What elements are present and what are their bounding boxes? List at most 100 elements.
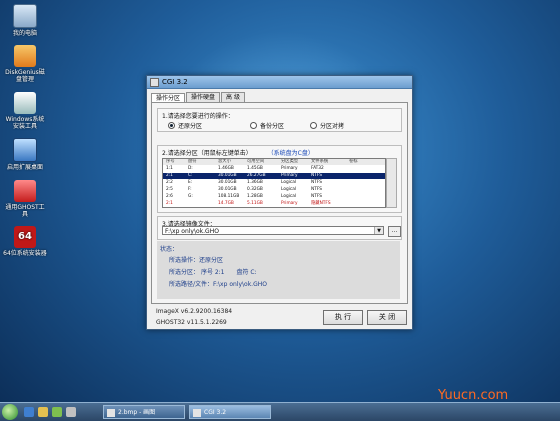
partition-cell-type: Primary bbox=[281, 173, 298, 178]
operation-group: 1.请选择您要进行的操作： 还原分区 备份分区 分区对拷 bbox=[157, 108, 402, 132]
watermark: Yuucn.com bbox=[438, 388, 508, 403]
col-total[interactable]: 总大小 bbox=[218, 159, 231, 165]
chevron-down-icon[interactable]: ▼ bbox=[374, 227, 383, 234]
partition-cell-no: 1:1 bbox=[166, 166, 173, 171]
col-no[interactable]: 序号 bbox=[166, 159, 175, 165]
partition-cell-drive: D: bbox=[188, 166, 193, 171]
partition-cell-free: 0.32GB bbox=[247, 187, 263, 192]
partition-list-header: 序号 盘符 总大小 可用空间 分区类型 文件系统 卷标 bbox=[163, 159, 385, 165]
radio-restore-label: 还原分区 bbox=[178, 123, 203, 130]
browse-button[interactable]: ... bbox=[388, 226, 401, 237]
quicklaunch-folder-icon[interactable] bbox=[38, 407, 48, 417]
task-cgi[interactable]: CGI 3.2 bbox=[189, 405, 271, 419]
desktop-icon-diskgenius[interactable]: DiskGenius磁盘管理 bbox=[3, 45, 47, 83]
partition-cell-type: Logical bbox=[281, 187, 297, 192]
diskgenius-icon bbox=[14, 45, 36, 67]
partition-cell-no: 2:6 bbox=[166, 194, 173, 199]
status-drive: 盘符 C: bbox=[236, 269, 257, 276]
partition-cell-fs: FAT32 bbox=[311, 166, 324, 171]
partition-list-scrollbar[interactable] bbox=[386, 158, 397, 208]
partition-cell-type: Logical bbox=[281, 180, 297, 185]
desktop-icon-label: 64位系统安装器 bbox=[3, 250, 47, 257]
partition-row[interactable]: 1:1 D: 1.46GB 1.45GB Primary FAT32 bbox=[163, 166, 385, 172]
image-path-value: F:\xp only\ok.GHO bbox=[165, 228, 219, 235]
quicklaunch-explorer-icon[interactable] bbox=[66, 407, 76, 417]
task-paint-label: 2.bmp - 画图 bbox=[118, 409, 156, 416]
partition-cell-free: 5.11GB bbox=[247, 201, 263, 206]
partition-list[interactable]: 序号 盘符 总大小 可用空间 分区类型 文件系统 卷标 1:1 D: 1.46GB 1… bbox=[162, 158, 386, 208]
partition-cell-fs: NTFS bbox=[311, 180, 322, 185]
status-operation-value: 还原分区 bbox=[199, 257, 224, 264]
partition-group: 2.请选择分区（用鼠标左键单击） （系统盘为C盘） 序号 盘符 总大小 可用空间… bbox=[157, 145, 402, 213]
partition-cell-drive: F: bbox=[188, 187, 192, 192]
desktop-icon-label: DiskGenius磁盘管理 bbox=[5, 69, 45, 83]
col-drive[interactable]: 盘符 bbox=[188, 159, 197, 165]
app-icon bbox=[150, 77, 159, 87]
close-button[interactable]: 关 闭 bbox=[367, 310, 407, 325]
partition-row[interactable]: 2:6 G: 108.11GB 1.28GB Logical NTFS bbox=[163, 194, 385, 200]
radio-restore[interactable]: 还原分区 bbox=[168, 121, 202, 130]
partition-cell-free: 1.28GB bbox=[247, 194, 263, 199]
status-title: 状态： bbox=[160, 246, 179, 253]
desktop-icon-monitor[interactable]: 启用扩展桌面 bbox=[3, 138, 47, 171]
partition-cell-fs: NTFS bbox=[311, 194, 322, 199]
partition-row[interactable]: 2:1 14.7GB 5.11GB Primary 隐藏NTFS bbox=[163, 201, 385, 207]
radio-backup[interactable]: 备份分区 bbox=[250, 121, 284, 130]
partition-row[interactable]: 2:2 E: 30.01GB 1.36GB Logical NTFS bbox=[163, 180, 385, 186]
partition-cell-total: 30.01GB bbox=[218, 180, 237, 185]
col-free[interactable]: 可用空间 bbox=[247, 159, 264, 165]
operation-label: 1.请选择您要进行的操作： bbox=[162, 113, 234, 120]
desktop-icon-x64[interactable]: 64 64位系统安装器 bbox=[3, 226, 47, 257]
partition-cell-type: Logical bbox=[281, 194, 297, 199]
system-tray[interactable] bbox=[470, 404, 560, 420]
desktop-icon-windows-install[interactable]: Windows系统安装工具 bbox=[3, 92, 47, 130]
windows-install-icon bbox=[14, 92, 36, 114]
status-operation-label: 所选操作： bbox=[169, 257, 200, 264]
dialog-titlebar[interactable]: CGI 3.2 bbox=[147, 76, 412, 89]
partition-cell-type: Primary bbox=[281, 166, 298, 171]
partition-cell-fs: NTFS bbox=[311, 173, 322, 178]
partition-cell-fs: 隐藏NTFS bbox=[311, 201, 331, 206]
start-button[interactable] bbox=[2, 404, 18, 420]
partition-cell-free: 1.36GB bbox=[247, 180, 263, 185]
quicklaunch-app-icon[interactable] bbox=[52, 407, 62, 417]
partition-row[interactable]: 2:5 F: 30.01GB 0.32GB Logical NTFS bbox=[163, 187, 385, 193]
quicklaunch-ie-icon[interactable] bbox=[24, 407, 34, 417]
partition-cell-free: 26.27GB bbox=[247, 173, 266, 178]
partition-cell-total: 14.7GB bbox=[218, 201, 234, 206]
radio-backup-indicator bbox=[250, 122, 257, 129]
imagex-version: ImageX v6.2.9200.16384 bbox=[156, 308, 233, 315]
status-path-label: 所选路径/文件： bbox=[169, 281, 214, 288]
partition-label: 2.请选择分区（用鼠标左键单击） （系统盘为C盘） bbox=[162, 148, 314, 157]
partition-cell-no: 2:1 bbox=[166, 201, 173, 206]
x64-icon: 64 bbox=[14, 226, 36, 248]
execute-button[interactable]: 执 行 bbox=[323, 310, 363, 325]
col-fs[interactable]: 文件系统 bbox=[311, 159, 328, 165]
cgi-icon bbox=[193, 409, 201, 417]
col-type[interactable]: 分区类型 bbox=[281, 159, 298, 165]
col-label[interactable]: 卷标 bbox=[349, 159, 358, 165]
radio-copy[interactable]: 分区对拷 bbox=[310, 121, 344, 130]
partition-hint: （系统盘为C盘） bbox=[267, 150, 314, 157]
desktop-icon-label: Windows系统安装工具 bbox=[5, 116, 45, 130]
image-path-combobox[interactable]: F:\xp only\ok.GHO ▼ bbox=[162, 226, 384, 235]
image-group: 3.请选择镜像文件： F:\xp only\ok.GHO ▼ ... bbox=[157, 216, 402, 240]
status-partition-value: 序号 2:1 bbox=[200, 269, 225, 276]
desktop-icon-computer[interactable]: 我的电脑 bbox=[3, 4, 47, 37]
taskbar: 2.bmp - 画图 CGI 3.2 bbox=[0, 402, 560, 421]
partition-cell-no: 2:5 bbox=[166, 187, 173, 192]
task-paint[interactable]: 2.bmp - 画图 bbox=[103, 405, 185, 419]
cgi-dialog: CGI 3.2 操作分区 操作硬盘 高 级 1.请选择您要进行的操作： 还原分区… bbox=[146, 75, 413, 330]
partition-label-text: 2.请选择分区（用鼠标左键单击） bbox=[162, 150, 252, 157]
desktop-icon-label: 通用GHOST工具 bbox=[5, 204, 45, 218]
radio-copy-indicator bbox=[310, 122, 317, 129]
partition-cell-drive: C: bbox=[188, 173, 193, 178]
desktop-icon-ghost[interactable]: 通用GHOST工具 bbox=[3, 180, 47, 218]
partition-row[interactable]: 2:1 C: 30.01GB 26.27GB Primary NTFS bbox=[163, 173, 385, 179]
status-area: 状态： 所选操作：还原分区 所选分区： 序号 2:1 盘符 C: 所选路径/文件… bbox=[157, 241, 400, 299]
partition-cell-no: 2:1 bbox=[166, 173, 173, 178]
radio-copy-label: 分区对拷 bbox=[320, 123, 345, 130]
partition-cell-drive: E: bbox=[188, 180, 193, 185]
status-path: 所选路径/文件：F:\xp only\ok.GHO bbox=[169, 279, 267, 288]
desktop-icon-label: 我的电脑 bbox=[12, 30, 37, 37]
